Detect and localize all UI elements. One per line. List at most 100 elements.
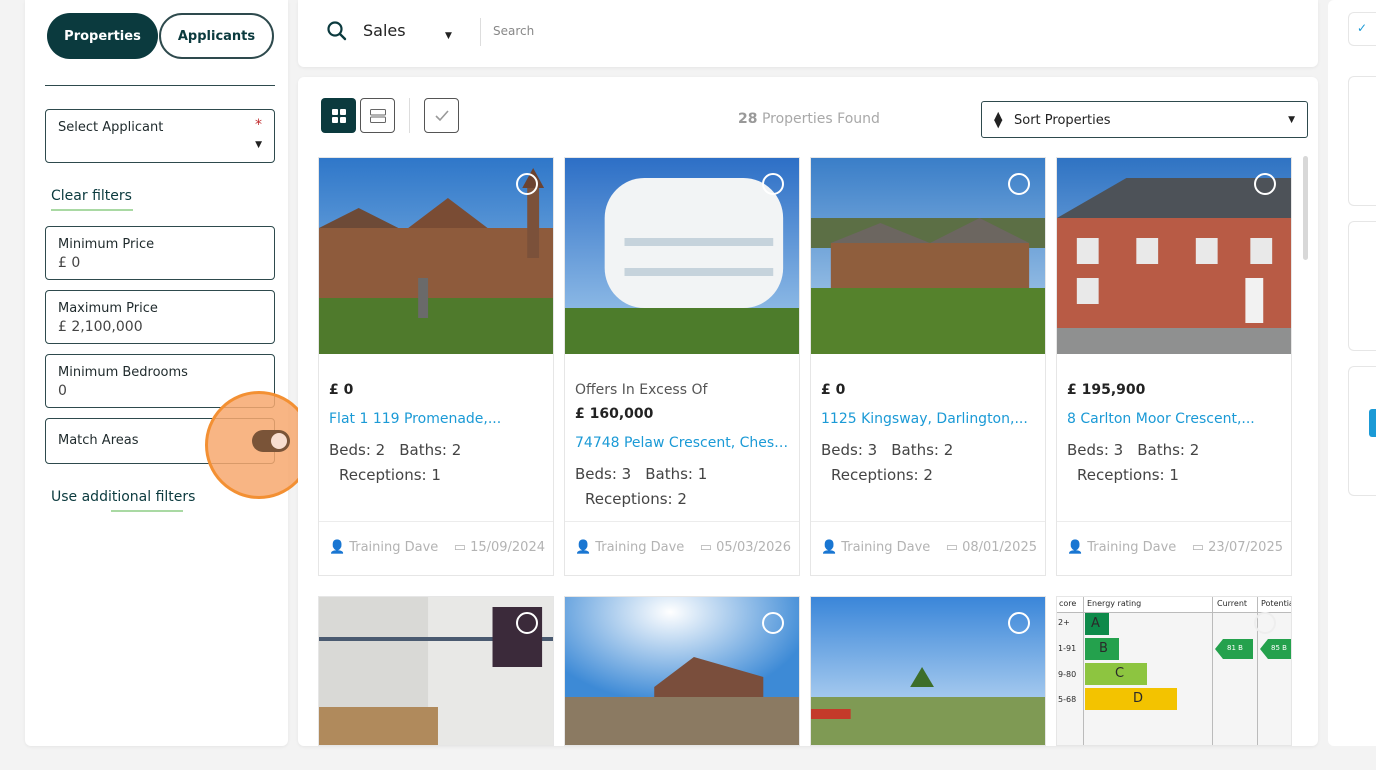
property-address-link[interactable]: Flat 1 119 Promenade,... [329,411,544,427]
match-areas-toggle[interactable] [252,430,290,452]
select-property-radio[interactable] [1008,612,1030,634]
results-count-number: 28 [738,111,758,127]
check-icon [434,109,449,121]
scrollbar[interactable] [1303,156,1308,260]
property-receptions: Receptions: 1 [1077,466,1179,484]
epc-header-current: Current [1217,599,1248,608]
department-select[interactable]: Sales [363,21,406,40]
property-card[interactable]: £ 195,900 8 Carlton Moor Crescent,... Be… [1056,157,1292,576]
minimum-price-value: £ 0 [58,255,81,271]
property-beds-baths: Beds: 2 Baths: 2 [329,441,475,459]
select-property-radio[interactable] [762,173,784,195]
epc-band-range: 1-91 [1058,644,1077,653]
maximum-price-value: £ 2,100,000 [58,319,143,335]
epc-band-range: 2+ [1058,618,1070,627]
property-address-link[interactable]: 8 Carlton Moor Crescent,... [1067,411,1282,427]
property-baths: Baths: 1 [645,465,708,483]
calendar-icon: ▭ [1191,540,1205,555]
grid-view-button[interactable] [321,98,356,133]
select-all-checkbox[interactable] [424,98,459,133]
right-panel-button[interactable]: ✓ [1348,12,1376,46]
select-property-radio[interactable] [1008,173,1030,195]
right-side-panel: ✓ [1328,0,1376,746]
minimum-bedrooms-value: 0 [58,383,67,399]
property-baths: Baths: 2 [1137,441,1200,459]
property-beds: Beds: 3 [1067,441,1124,459]
property-price: £ 0 [821,382,846,398]
user-icon: 👤 [575,540,592,555]
calendar-icon: ▭ [699,540,713,555]
property-receptions: Receptions: 2 [585,490,687,508]
card-divider [1057,521,1291,522]
maximum-price-field[interactable]: Maximum Price £ 2,100,000 [45,290,275,344]
epc-header-potential: Potentia [1261,599,1292,608]
results-panel: 28 Properties Found ▲ ▼ Sort Properties ▼… [298,77,1318,746]
separator [480,18,481,46]
toggle-knob [271,433,287,449]
card-divider [565,521,799,522]
property-beds-baths: Beds: 3 Baths: 2 [821,441,967,459]
sort-icon: ▲ ▼ [994,109,1003,130]
date-value: 05/03/2026 [716,540,791,555]
epc-current-value: 81 B [1227,644,1243,652]
agent-name: Training Dave [349,540,439,555]
property-card[interactable]: £ 0 Flat 1 119 Promenade,... Beds: 2 Bath… [318,157,554,576]
property-card[interactable] [318,596,554,746]
divider [45,85,275,86]
tab-properties[interactable]: Properties [47,13,158,59]
card-divider [811,521,1045,522]
property-card[interactable] [564,596,800,746]
right-panel-card [1348,221,1376,351]
right-panel-card [1348,366,1376,496]
select-property-radio[interactable] [1254,612,1276,634]
epc-header-rating: Energy rating [1087,599,1142,608]
epc-header-score: core [1059,599,1077,608]
property-card[interactable]: Offers In Excess Of £ 160,000 74748 Pela… [564,157,800,576]
select-property-radio[interactable] [1254,173,1276,195]
clear-filters-underline [51,209,133,211]
property-price: £ 195,900 [1067,382,1146,398]
epc-card[interactable]: core Energy rating Current Potentia 2+ A… [1056,596,1292,746]
sort-properties-dropdown[interactable]: ▲ ▼ Sort Properties ▼ [981,101,1308,138]
maximum-price-label: Maximum Price [58,301,158,316]
epc-potential-value: 85 B [1271,644,1287,652]
check-icon: ✓ [1357,21,1368,35]
date-value: 08/01/2025 [962,540,1037,555]
property-beds: Beds: 3 [821,441,878,459]
select-applicant-label: Select Applicant [58,120,164,135]
property-price: £ 160,000 [575,406,654,422]
property-baths: Baths: 2 [399,441,462,459]
minimum-price-label: Minimum Price [58,237,155,252]
select-applicant-dropdown[interactable]: Select Applicant * ▼ [45,109,275,163]
additional-filters-underline [111,510,183,512]
caret-down-icon[interactable]: ▼ [445,31,452,41]
select-property-radio[interactable] [516,612,538,634]
property-card[interactable] [810,596,1046,746]
list-view-button[interactable] [360,98,395,133]
search-input[interactable] [493,18,993,44]
select-property-radio[interactable] [516,173,538,195]
tab-applicants[interactable]: Applicants [159,13,274,59]
filter-panel: Properties Applicants Select Applicant *… [25,0,313,746]
property-address-link[interactable]: 1125 Kingsway, Darlington,... [821,411,1036,427]
user-icon: 👤 [821,540,838,555]
property-date: ▭ 08/01/2025 [946,540,1037,555]
sort-label: Sort Properties [1014,113,1111,128]
calendar-icon: ▭ [453,540,467,555]
caret-down-icon: ▼ [255,140,262,150]
property-receptions: Receptions: 2 [831,466,933,484]
property-beds-baths: Beds: 3 Baths: 2 [1067,441,1213,459]
results-count: 28 Properties Found [738,111,880,127]
clear-filters-link[interactable]: Clear filters [51,188,132,204]
property-beds: Beds: 3 [575,465,632,483]
property-card[interactable]: £ 0 1125 Kingsway, Darlington,... Beds: … [810,157,1046,576]
minimum-price-field[interactable]: Minimum Price £ 0 [45,226,275,280]
user-icon: 👤 [1067,540,1084,555]
user-icon: 👤 [329,540,346,555]
property-address-link[interactable]: 74748 Pelaw Crescent, Cheste... [575,435,790,451]
property-receptions: Receptions: 1 [339,466,441,484]
agent-name: Training Dave [841,540,931,555]
additional-filters-link[interactable]: Use additional filters [51,489,195,505]
select-property-radio[interactable] [762,612,784,634]
property-price: £ 0 [329,382,354,398]
